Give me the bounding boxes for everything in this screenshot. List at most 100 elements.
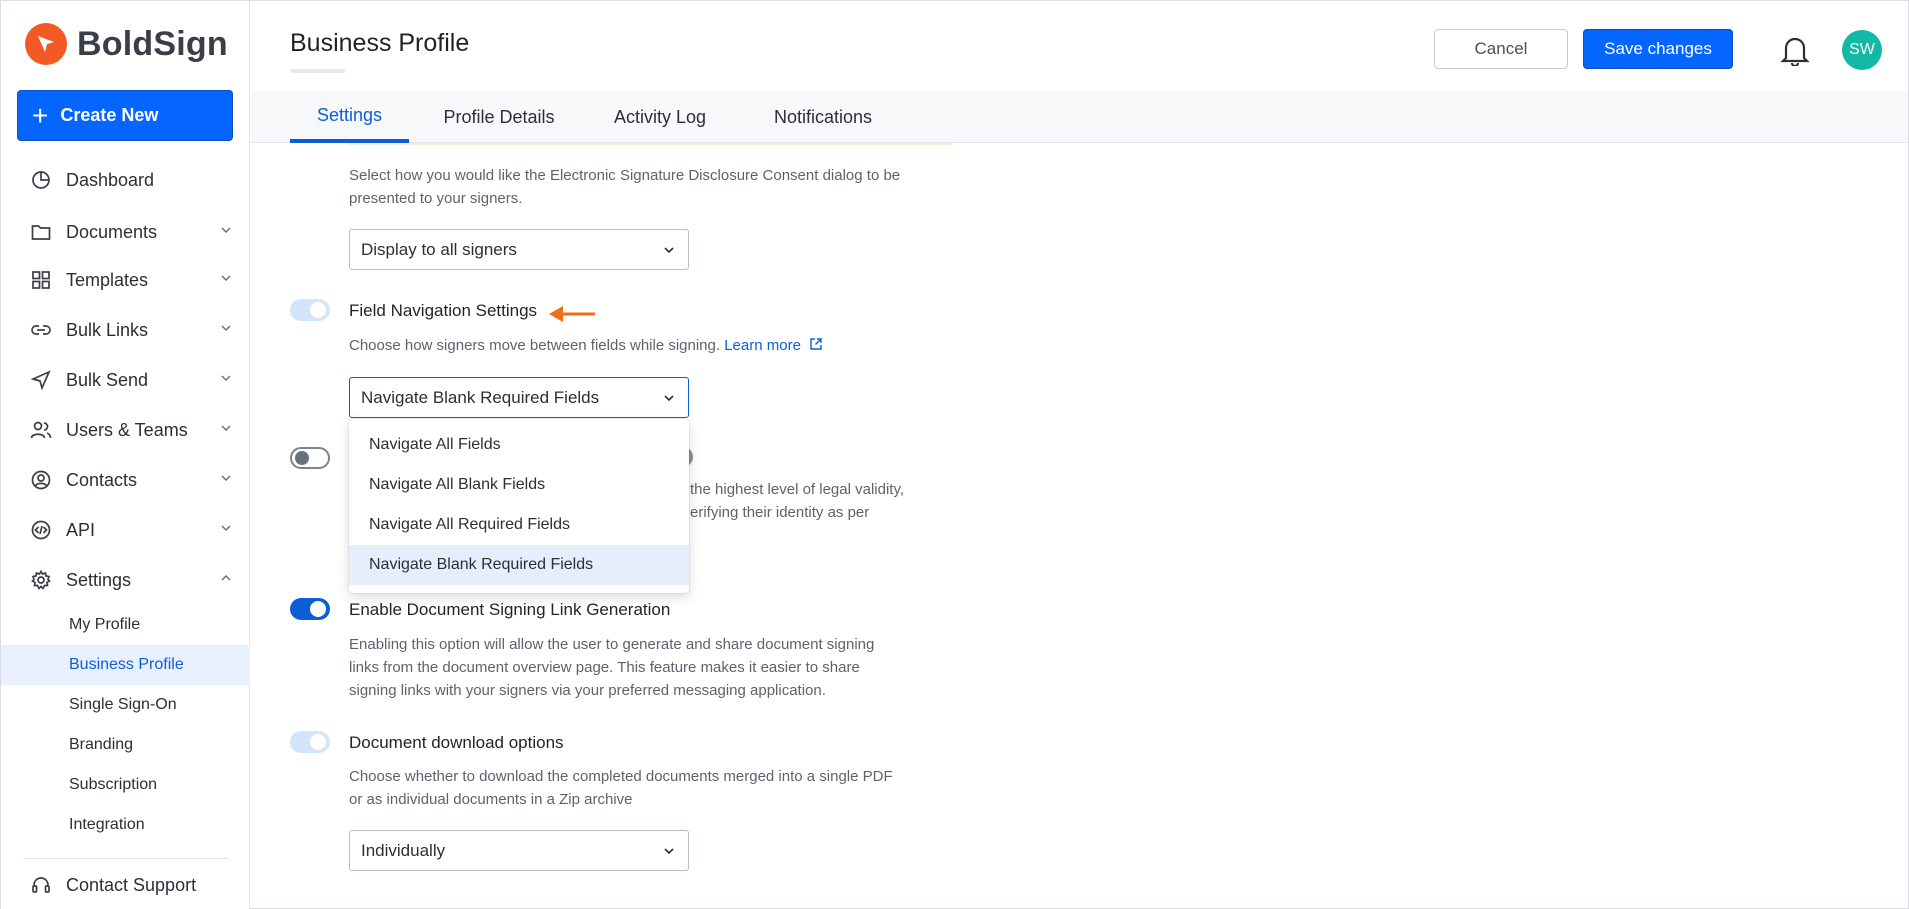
sidebar-subitem-integration[interactable]: Integration	[1, 805, 250, 845]
boldsign-logo-icon	[25, 23, 67, 65]
sidebar-subitem-single-sign-on[interactable]: Single Sign-On	[1, 685, 250, 725]
send-icon	[30, 369, 52, 391]
section-edge	[349, 143, 952, 145]
chevron-down-icon	[221, 525, 231, 532]
page-title: Business Profile	[290, 29, 470, 57]
dropdown-option-navigate-blank-required-fields[interactable]: Navigate Blank Required Fields	[349, 545, 689, 585]
download-options-select[interactable]: Individually	[349, 830, 689, 871]
sidebar-subitem-subscription[interactable]: Subscription	[1, 765, 250, 805]
user-avatar[interactable]: SW	[1842, 30, 1882, 70]
obscured-description-line: the highest level of legal validity,	[690, 481, 905, 498]
tab-activity-log[interactable]: Activity Log	[597, 91, 723, 143]
sidebar-subitem-my-profile[interactable]: My Profile	[1, 605, 250, 645]
sidebar-item-templates[interactable]: Templates	[1, 260, 250, 300]
tab-profile-details[interactable]: Profile Details	[425, 91, 573, 143]
signing-link-description-line: Enabling this option will allow the user…	[349, 636, 875, 653]
sidebar-item-label: Dashboard	[66, 169, 155, 190]
contact-support-link[interactable]: Contact Support	[1, 865, 250, 905]
field-navigation-description: Choose how signers move between fields w…	[349, 337, 721, 354]
save-changes-button[interactable]: Save changes	[1583, 29, 1733, 69]
plus-icon: +	[32, 99, 49, 131]
download-options-title: Document download options	[349, 733, 564, 752]
sidebar-divider	[23, 858, 229, 859]
title-underline	[290, 69, 345, 73]
field-navigation-select[interactable]: Navigate Blank Required Fields	[349, 377, 689, 418]
field-navigation-toggle[interactable]	[290, 299, 330, 321]
dropdown-option-navigate-all-fields[interactable]: Navigate All Fields	[349, 425, 689, 465]
brand-logo[interactable]: BoldSign	[25, 23, 228, 65]
folder-icon	[30, 221, 52, 243]
sidebar-subitem-business-profile[interactable]: Business Profile	[1, 645, 250, 685]
field-navigation-value: Navigate Blank Required Fields	[361, 387, 600, 407]
sidebar-item-label: API	[66, 519, 96, 540]
sidebar-item-dashboard[interactable]: Dashboard	[1, 160, 250, 200]
chevron-down-icon	[664, 848, 674, 855]
code-icon	[30, 519, 52, 541]
download-description-line: Choose whether to download the completed…	[349, 768, 893, 785]
download-options-description: Choose whether to download the completed…	[349, 765, 893, 811]
create-new-button[interactable]: + Create New	[17, 90, 233, 141]
users-icon	[30, 419, 52, 441]
sidebar-item-users-teams[interactable]: Users & Teams	[1, 410, 250, 450]
consent-description: Select how you would like the Electronic…	[349, 164, 900, 210]
field-navigation-title: Field Navigation Settings	[349, 301, 538, 320]
sidebar-item-documents[interactable]: Documents	[1, 212, 250, 252]
chevron-down-icon	[221, 475, 231, 482]
sidebar-item-label: Users & Teams	[66, 419, 188, 440]
sidebar-item-settings[interactable]: Settings	[1, 560, 250, 600]
headset-icon	[30, 874, 52, 896]
download-options-value: Individually	[361, 840, 446, 860]
sidebar-item-label: Settings	[66, 569, 132, 590]
gear-icon	[30, 569, 52, 591]
notification-bell-icon[interactable]	[1780, 34, 1810, 71]
tab-notifications[interactable]: Notifications	[748, 91, 898, 143]
sidebar-item-contacts[interactable]: Contacts	[1, 460, 250, 500]
signing-link-description-line: signing links with your signers via your…	[349, 682, 826, 699]
signing-link-description-line: links from the document overview page. T…	[349, 659, 860, 676]
tab-bar: Settings Profile Details Activity Log No…	[251, 91, 1908, 143]
dropdown-option-navigate-all-required-fields[interactable]: Navigate All Required Fields	[349, 505, 689, 545]
link-icon	[30, 319, 52, 341]
toggle-knob	[310, 734, 326, 750]
sidebar-item-label: Contacts	[66, 469, 138, 490]
chevron-down-icon	[221, 275, 231, 282]
learn-more-label: Learn more	[724, 337, 801, 354]
chevron-down-icon	[221, 227, 231, 234]
toggle-knob	[295, 451, 309, 465]
chevron-down-icon	[664, 395, 674, 402]
chevron-down-icon	[221, 375, 231, 382]
consent-description-line: Select how you would like the Electronic…	[349, 167, 901, 184]
chevron-down-icon	[221, 325, 231, 332]
sidebar-item-label: Bulk Send	[66, 369, 149, 390]
tab-settings[interactable]: Settings	[290, 91, 409, 143]
brand-name: BoldSign	[77, 24, 228, 63]
download-description-line: or as individual documents in a Zip arch…	[349, 791, 633, 808]
grid-icon	[30, 269, 52, 291]
field-navigation-dropdown: Navigate All Fields Navigate All Blank F…	[349, 419, 689, 593]
create-new-label: Create New	[60, 105, 159, 125]
signing-link-description: Enabling this option will allow the user…	[349, 633, 874, 702]
signing-link-toggle[interactable]	[290, 598, 330, 620]
toggle-knob	[310, 302, 326, 318]
sidebar-item-api[interactable]: API	[1, 510, 250, 550]
field-navigation-description-row: Choose how signers move between fields w…	[349, 334, 823, 357]
identity-verification-toggle[interactable]	[290, 447, 330, 469]
sidebar: BoldSign + Create New Dashboard Document…	[1, 1, 250, 909]
chevron-down-icon	[221, 425, 231, 432]
chevron-up-icon	[221, 574, 231, 581]
sidebar-item-bulk-send[interactable]: Bulk Send	[1, 360, 250, 400]
signing-link-title: Enable Document Signing Link Generation	[349, 600, 671, 619]
consent-display-select[interactable]: Display to all signers	[349, 229, 689, 270]
sidebar-item-bulk-links[interactable]: Bulk Links	[1, 310, 250, 350]
dropdown-option-navigate-all-blank-fields[interactable]: Navigate All Blank Fields	[349, 465, 689, 505]
download-options-toggle[interactable]	[290, 731, 330, 753]
sidebar-item-label: Documents	[66, 221, 158, 242]
learn-more-link[interactable]: Learn more	[724, 337, 823, 354]
sidebar-item-label: Templates	[66, 269, 149, 290]
contact-icon	[30, 469, 52, 491]
arrow-left-icon	[549, 306, 595, 322]
pie-chart-icon	[30, 169, 52, 191]
sidebar-subitem-branding[interactable]: Branding	[1, 725, 250, 765]
cancel-button[interactable]: Cancel	[1434, 29, 1568, 69]
toggle-knob	[310, 601, 326, 617]
